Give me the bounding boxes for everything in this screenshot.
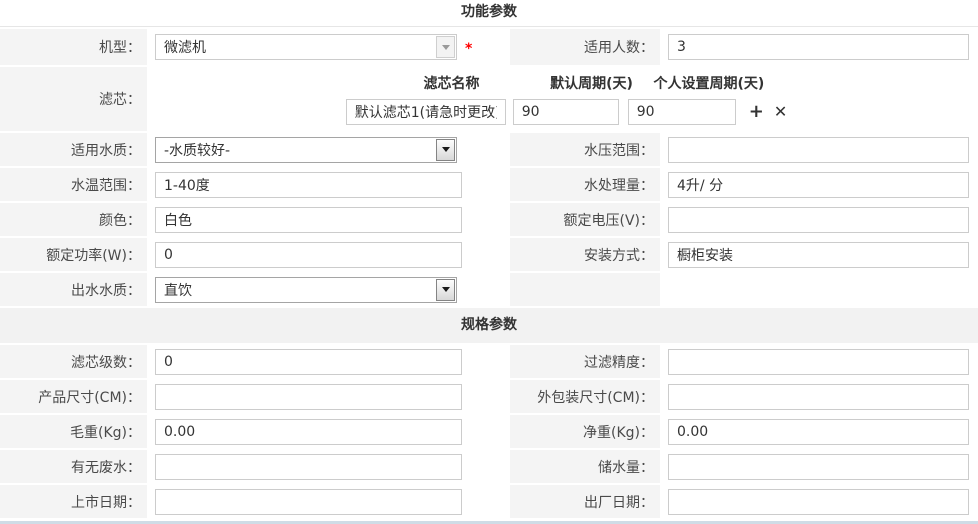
- stages-input[interactable]: [155, 349, 462, 375]
- field-row-model: 机型： 微滤机 * 适用人数：: [0, 29, 978, 65]
- empty-label-cell: [510, 273, 660, 306]
- people-value-cell: [663, 29, 978, 65]
- package-size-input[interactable]: [668, 384, 969, 410]
- out-quality-select[interactable]: 直饮: [155, 277, 457, 303]
- chevron-down-icon[interactable]: [436, 36, 455, 58]
- model-value-cell: 微滤机 *: [150, 29, 507, 65]
- color-label: 颜色：: [0, 203, 147, 236]
- wastewater-value-cell: [150, 450, 507, 483]
- chevron-down-icon[interactable]: [436, 279, 455, 301]
- factory-date-input[interactable]: [668, 489, 969, 515]
- pressure-range-value-cell: [663, 133, 978, 166]
- empty-value-cell: [663, 273, 978, 306]
- net-weight-value-cell: [663, 415, 978, 448]
- people-input[interactable]: [668, 34, 969, 60]
- power-input[interactable]: [155, 242, 462, 268]
- wastewater-input[interactable]: [155, 454, 462, 480]
- pressure-range-label: 水压范围：: [510, 133, 660, 166]
- filter-name-header: 滤芯名称: [372, 73, 532, 93]
- model-label: 机型：: [0, 29, 147, 65]
- filter-inputs-row: + ✕: [346, 99, 788, 125]
- filter-default-cycle-input[interactable]: [513, 99, 619, 125]
- gross-weight-input[interactable]: [155, 419, 462, 445]
- precision-label: 过滤精度：: [510, 345, 660, 378]
- launch-date-label: 上市日期：: [0, 485, 147, 518]
- voltage-label: 额定电压(V)：: [510, 203, 660, 236]
- product-size-value-cell: [150, 380, 507, 413]
- out-quality-value-cell: 直饮: [150, 273, 507, 306]
- water-quality-select[interactable]: -水质较好-: [155, 137, 457, 163]
- out-quality-label: 出水水质：: [0, 273, 147, 306]
- wastewater-label: 有无废水：: [0, 450, 147, 483]
- filter-name-input[interactable]: [346, 99, 506, 125]
- product-size-input[interactable]: [155, 384, 462, 410]
- field-row-launch-date: 上市日期： 出厂日期：: [0, 485, 978, 518]
- package-size-value-cell: [663, 380, 978, 413]
- pressure-range-input[interactable]: [668, 137, 969, 163]
- gross-weight-value-cell: [150, 415, 507, 448]
- remove-filter-icon[interactable]: ✕: [774, 104, 787, 120]
- filter-subheaders: 滤芯名称 默认周期(天) 个人设置周期(天): [372, 73, 762, 93]
- net-weight-label: 净重(Kg)：: [510, 415, 660, 448]
- water-quality-value-cell: -水质较好-: [150, 133, 507, 166]
- field-row-filter: 滤芯： 滤芯名称 默认周期(天) 个人设置周期(天) + ✕: [0, 67, 978, 131]
- throughput-input[interactable]: [668, 172, 969, 198]
- spec-params-header: 规格参数: [0, 308, 978, 343]
- stages-label: 滤芯级数：: [0, 345, 147, 378]
- stages-value-cell: [150, 345, 507, 378]
- temp-range-input[interactable]: [155, 172, 462, 198]
- launch-date-value-cell: [150, 485, 507, 518]
- product-parameters-form: 功能参数 机型： 微滤机 * 适用人数： 滤芯： 滤芯名称 默认周期(天) 个人…: [0, 0, 978, 524]
- precision-value-cell: [663, 345, 978, 378]
- gross-weight-label: 毛重(Kg)：: [0, 415, 147, 448]
- factory-date-label: 出厂日期：: [510, 485, 660, 518]
- install-label: 安装方式：: [510, 238, 660, 271]
- package-size-label: 外包装尺寸(CM)：: [510, 380, 660, 413]
- chevron-down-icon[interactable]: [436, 139, 455, 161]
- field-row-gross-weight: 毛重(Kg)： 净重(Kg)：: [0, 415, 978, 448]
- add-filter-icon[interactable]: +: [749, 103, 764, 121]
- net-weight-input[interactable]: [668, 419, 969, 445]
- water-quality-select-value: -水质较好-: [164, 140, 230, 160]
- out-quality-select-value: 直饮: [164, 280, 192, 300]
- precision-input[interactable]: [668, 349, 969, 375]
- field-row-out-quality: 出水水质： 直饮: [0, 273, 978, 306]
- product-size-label: 产品尺寸(CM)：: [0, 380, 147, 413]
- filter-value-cell: 滤芯名称 默认周期(天) 个人设置周期(天) + ✕: [150, 67, 978, 131]
- install-input[interactable]: [668, 242, 969, 268]
- water-quality-label: 适用水质：: [0, 133, 147, 166]
- filter-label: 滤芯：: [0, 67, 147, 131]
- storage-value-cell: [663, 450, 978, 483]
- install-value-cell: [663, 238, 978, 271]
- field-row-product-size: 产品尺寸(CM)： 外包装尺寸(CM)：: [0, 380, 978, 413]
- factory-date-value-cell: [663, 485, 978, 518]
- launch-date-input[interactable]: [155, 489, 462, 515]
- power-value-cell: [150, 238, 507, 271]
- storage-label: 储水量：: [510, 450, 660, 483]
- required-marker: *: [465, 41, 472, 57]
- field-row-wastewater: 有无废水： 储水量：: [0, 450, 978, 483]
- model-select-value: 微滤机: [164, 37, 206, 57]
- voltage-input[interactable]: [668, 207, 969, 233]
- field-row-color: 颜色： 额定电压(V)：: [0, 203, 978, 236]
- throughput-value-cell: [663, 168, 978, 201]
- color-value-cell: [150, 203, 507, 236]
- field-row-temp-range: 水温范围： 水处理量：: [0, 168, 978, 201]
- filter-default-cycle-header: 默认周期(天): [539, 73, 645, 93]
- function-params-header: 功能参数: [0, 0, 978, 27]
- color-input[interactable]: [155, 207, 462, 233]
- model-select[interactable]: 微滤机: [155, 34, 457, 60]
- power-label: 额定功率(W)：: [0, 238, 147, 271]
- field-row-power: 额定功率(W)： 安装方式：: [0, 238, 978, 271]
- people-label: 适用人数：: [510, 29, 660, 65]
- field-row-stages: 滤芯级数： 过滤精度：: [0, 345, 978, 378]
- field-row-water-quality: 适用水质： -水质较好- 水压范围：: [0, 133, 978, 166]
- filter-personal-cycle-header: 个人设置周期(天): [654, 73, 762, 93]
- temp-range-value-cell: [150, 168, 507, 201]
- storage-input[interactable]: [668, 454, 969, 480]
- voltage-value-cell: [663, 203, 978, 236]
- temp-range-label: 水温范围：: [0, 168, 147, 201]
- throughput-label: 水处理量：: [510, 168, 660, 201]
- filter-personal-cycle-input[interactable]: [628, 99, 736, 125]
